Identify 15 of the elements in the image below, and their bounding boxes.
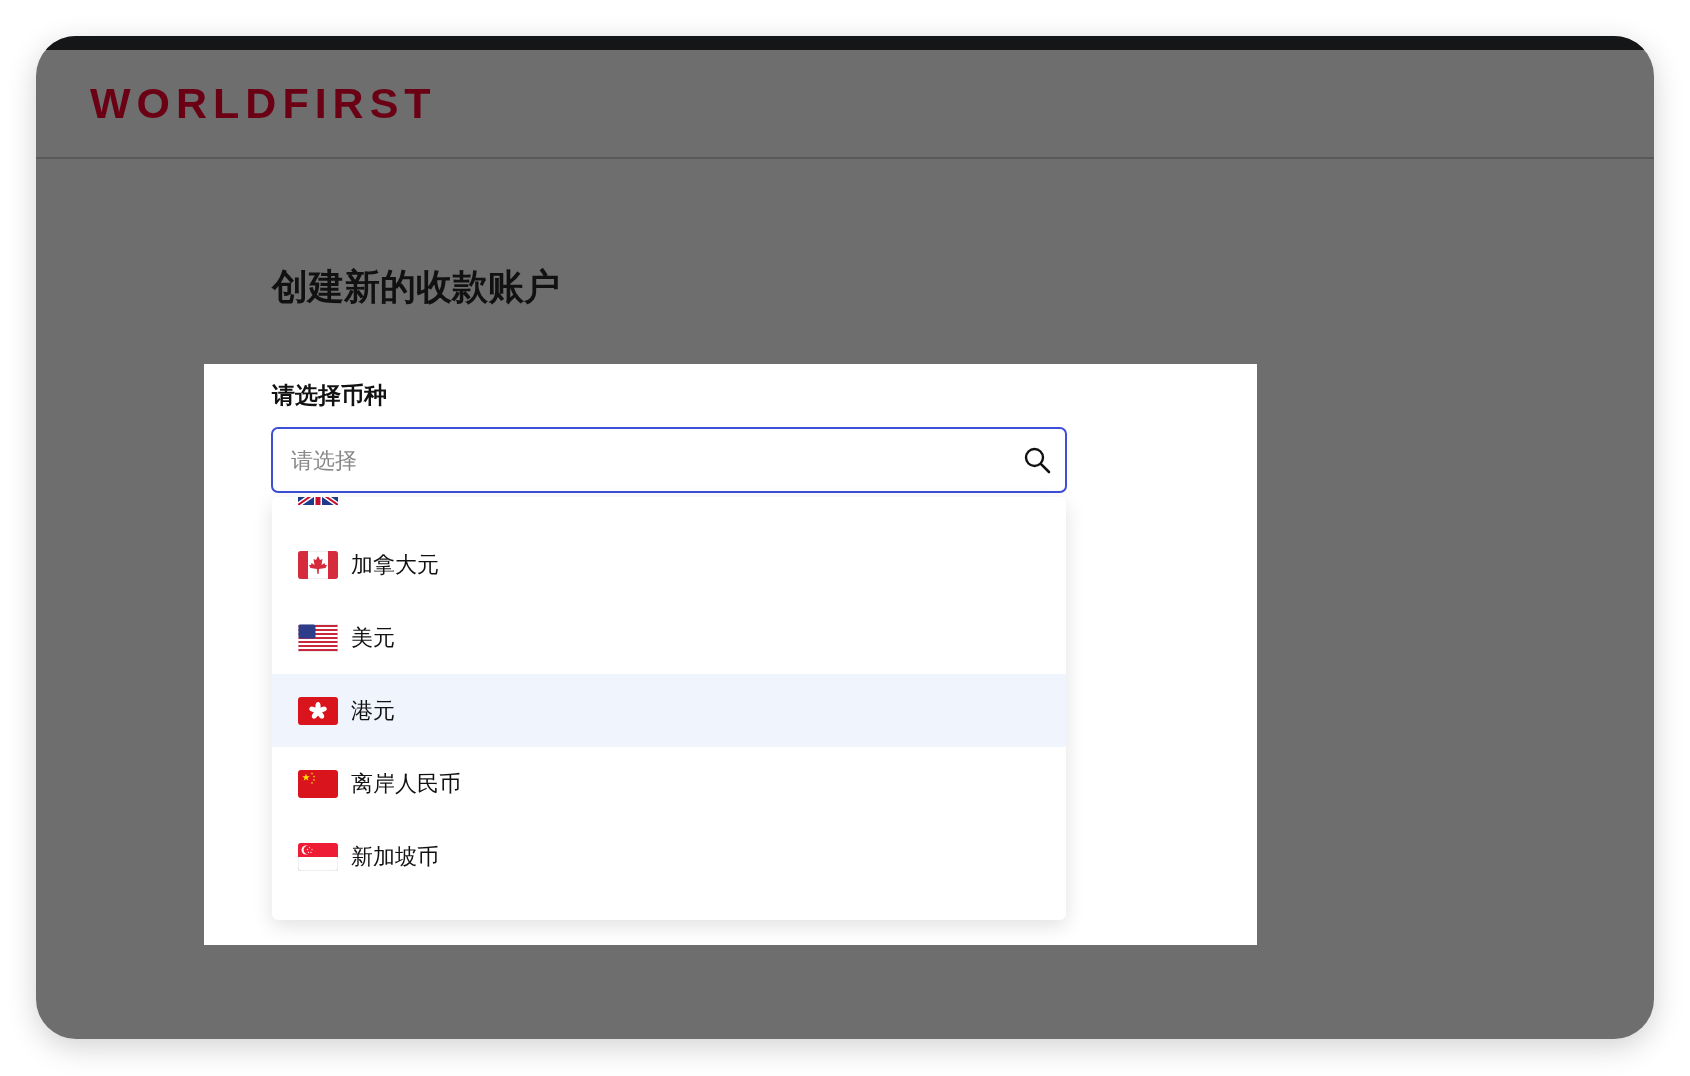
flower-flag-icon xyxy=(298,696,338,725)
search-icon[interactable] xyxy=(1023,446,1051,474)
search-field[interactable]: 请选择 xyxy=(271,427,1067,493)
currency-option[interactable]: 港元 xyxy=(272,674,1066,747)
page-title: 创建新的收款账户 xyxy=(272,269,561,305)
currency-option[interactable]: 美元 xyxy=(272,601,1066,674)
currency-option[interactable]: 离岸人民币 xyxy=(272,747,1066,820)
currency-option[interactable]: 新加坡币 xyxy=(272,820,1066,893)
field-label: 请选择币种 xyxy=(272,381,388,410)
crescent-flag-icon xyxy=(298,842,338,871)
currency-option[interactable]: 加拿大元 xyxy=(272,528,1066,601)
maple-leaf-flag-icon xyxy=(298,550,338,579)
stars-stripes-flag-icon xyxy=(298,623,338,652)
star-flag-icon xyxy=(298,769,338,798)
logo: WORLDFIRST xyxy=(90,82,437,125)
